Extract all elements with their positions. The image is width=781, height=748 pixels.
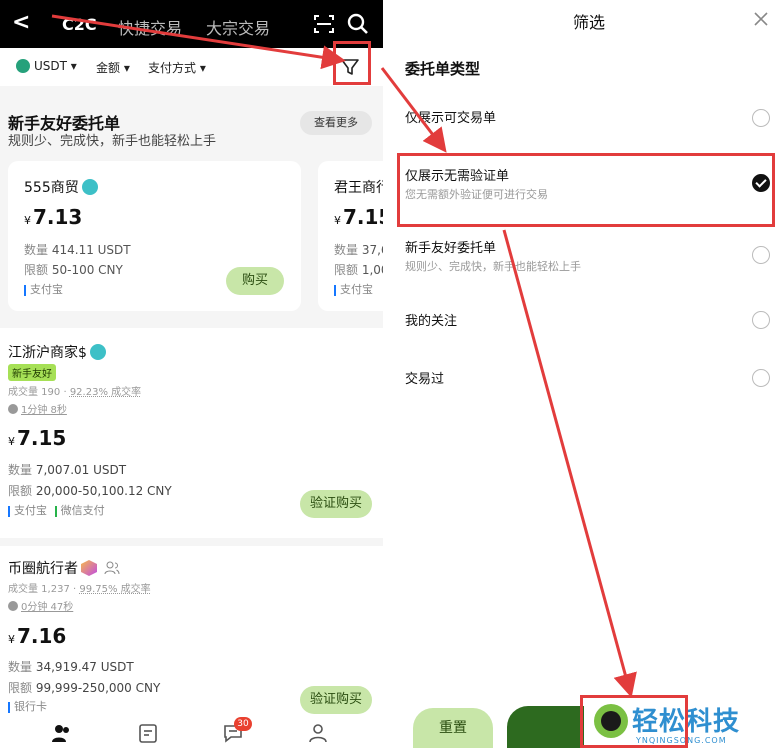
trading-panel: < C2C 快捷交易 大宗交易 USDT ▾ 金额 ▾ 支付方式 ▾ 新手友好委… [0, 0, 383, 748]
notification-badge: 30 [234, 717, 252, 731]
limit: 限额 20,000-50,100.12 CNY [8, 484, 172, 498]
reset-button[interactable]: 重置 [413, 708, 493, 748]
quantity: 数量 414.11 USDT [24, 243, 131, 257]
section-subtitle: 规则少、完成快，新手也能轻松上手 [8, 134, 217, 149]
clock-icon [8, 601, 18, 611]
release-time: 0分钟 47秒 [8, 598, 73, 613]
tab-c2c[interactable]: C2C [62, 15, 97, 34]
see-more-button[interactable]: 查看更多 [300, 111, 372, 135]
radio-button[interactable] [752, 109, 770, 127]
verified-badge-icon [89, 344, 106, 360]
quantity: 数量 7,007.01 USDT [8, 463, 127, 477]
back-button[interactable]: < [12, 10, 30, 35]
price: ¥7.16 [8, 624, 67, 648]
option-label: 仅展示可交易单 [405, 111, 497, 126]
amount-select[interactable]: 金额 ▾ [96, 59, 130, 76]
verify-buy-button[interactable]: 验证购买 [300, 490, 372, 518]
clock-icon [8, 404, 18, 414]
document-icon[interactable] [137, 722, 159, 744]
annotation-highlight [333, 41, 371, 85]
tab-quick-trade[interactable]: 快捷交易 [118, 15, 182, 39]
payment-method: 支付宝 [24, 281, 63, 297]
verify-buy-button[interactable]: 验证购买 [300, 686, 372, 714]
filter-panel: 筛选 委托单类型 仅展示可交易单 仅展示无需验证单 您无需额外验证便可进行交易 … [397, 0, 781, 748]
payment-method: 支付宝 [334, 281, 373, 297]
section-heading: 委托单类型 [405, 60, 481, 78]
annotation-highlight [397, 153, 775, 227]
radio-button[interactable] [752, 369, 770, 387]
payment-methods: 支付宝 微信支付 [8, 502, 105, 518]
usdt-icon [16, 59, 30, 73]
profile-icon[interactable] [307, 722, 329, 744]
release-time: 1分钟 8秒 [8, 401, 67, 416]
users-icon [104, 561, 120, 575]
option-traded-before[interactable]: 交易过 [397, 361, 781, 401]
price: ¥7.13 [24, 205, 83, 229]
trade-stats: 成交量 190 · 92.23% 成交率 [8, 387, 142, 398]
option-description: 规则少、完成快，新手也能轻松上手 [405, 260, 581, 273]
close-icon[interactable] [753, 11, 769, 27]
currency-select[interactable]: USDT ▾ [16, 59, 77, 73]
option-label: 新手友好委托单 [405, 241, 497, 256]
list-item[interactable]: 江浙沪商家$ 新手友好 成交量 190 · 92.23% 成交率 1分钟 8秒 … [0, 328, 383, 538]
quantity: 数量 37,6 [334, 243, 383, 257]
users-icon[interactable] [50, 722, 72, 744]
buy-button[interactable]: 购买 [226, 267, 284, 295]
newbie-tag: 新手友好 [8, 364, 56, 381]
radio-button[interactable] [752, 246, 770, 264]
diamond-badge-icon [81, 560, 97, 576]
merchant-name: 555商贸 [24, 177, 98, 197]
panel-title: 筛选 [572, 13, 605, 32]
filter-bar: USDT ▾ 金额 ▾ 支付方式 ▾ [0, 48, 383, 86]
limit: 限额 99,999-250,000 CNY [8, 681, 161, 695]
option-newbie-friendly[interactable]: 新手友好委托单 规则少、完成快，新手也能轻松上手 [397, 230, 781, 280]
merchant-name: 君王商行 [334, 180, 383, 196]
annotation-highlight [580, 695, 688, 748]
verified-badge-icon [81, 179, 98, 195]
limit: 限额 50-100 CNY [24, 263, 123, 277]
offer-card[interactable]: 555商贸 ¥7.13 数量 414.11 USDT 限额 50-100 CNY… [8, 161, 301, 311]
payment-select[interactable]: 支付方式 ▾ [148, 59, 206, 76]
offer-card[interactable]: 君王商行 ¥7.15 数量 37,6 限额 1,00 支付宝 [318, 161, 383, 311]
divider [383, 0, 397, 748]
quantity: 数量 34,919.47 USDT [8, 660, 134, 674]
option-tradable-only[interactable]: 仅展示可交易单 [397, 100, 781, 140]
bottom-nav [0, 716, 383, 748]
list-item[interactable]: 币圈航行者 成交量 1,237 · 99.75% 成交率 0分钟 47秒 ¥7.… [0, 546, 383, 716]
price: ¥7.15 [334, 205, 383, 229]
payment-methods: 银行卡 [8, 698, 47, 714]
option-label: 我的关注 [405, 314, 458, 329]
scan-icon[interactable] [314, 15, 334, 33]
merchant-name: 江浙沪商家$ [8, 342, 106, 362]
merchant-name: 币圈航行者 [8, 558, 120, 578]
limit: 限额 1,00 [334, 263, 383, 277]
tab-block-trade[interactable]: 大宗交易 [206, 15, 270, 39]
trade-stats: 成交量 1,237 · 99.75% 成交率 [8, 584, 151, 595]
option-my-follows[interactable]: 我的关注 [397, 303, 781, 343]
top-bar: < C2C 快捷交易 大宗交易 [0, 0, 383, 48]
option-label: 交易过 [405, 372, 445, 387]
price: ¥7.15 [8, 426, 67, 450]
radio-button[interactable] [752, 311, 770, 329]
search-icon[interactable] [347, 13, 369, 35]
